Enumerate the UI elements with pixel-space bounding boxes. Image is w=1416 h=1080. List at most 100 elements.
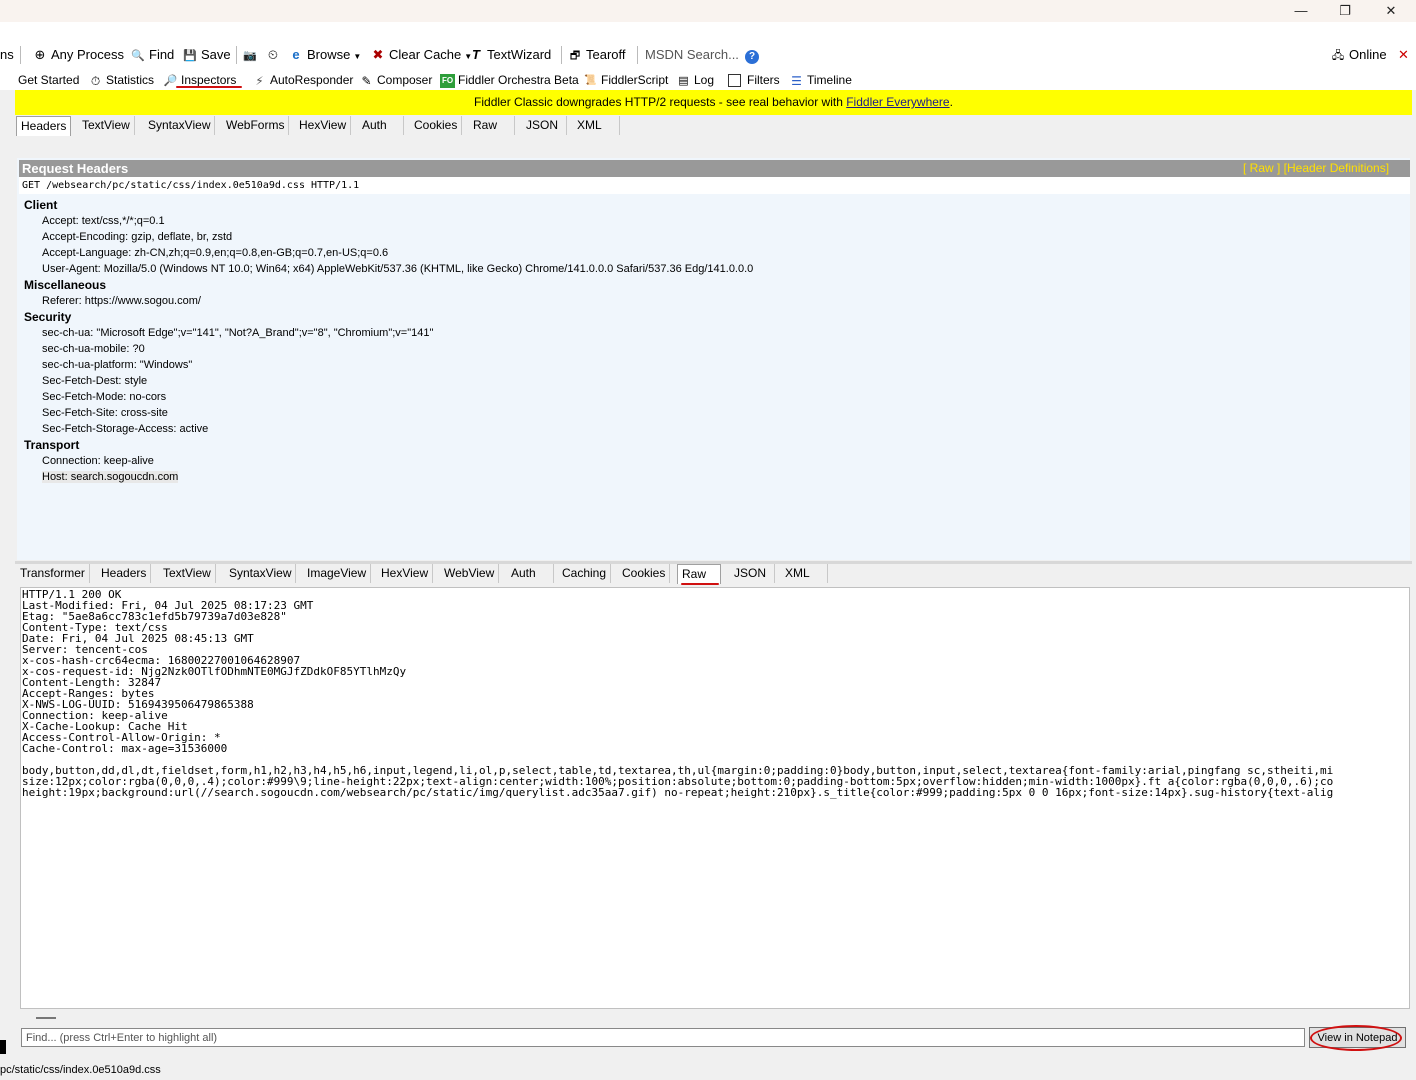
tab-timeline[interactable]: ☰ Timeline	[789, 72, 852, 89]
header-item[interactable]: sec-ch-ua-mobile: ?0	[42, 343, 145, 355]
toolbar-separator	[637, 46, 638, 64]
help-button[interactable]: ?	[745, 46, 759, 64]
annotation-underline	[176, 86, 242, 88]
tab-composer[interactable]: ✎ Composer	[359, 72, 432, 89]
resp-tab-auth[interactable]: Auth	[507, 564, 554, 583]
resp-tab-raw[interactable]: Raw	[677, 564, 721, 584]
crosshair-icon: ⊕	[34, 47, 46, 62]
request-headers-title: Request Headers	[22, 161, 129, 176]
header-item[interactable]: Sec-Fetch-Site: cross-site	[42, 407, 168, 419]
annotation-circle	[1310, 1025, 1402, 1051]
resp-tab-syntaxview[interactable]: SyntaxView	[225, 564, 297, 583]
resp-tab-hexview[interactable]: HexView	[377, 564, 434, 583]
resp-tab-cookies[interactable]: Cookies	[618, 564, 671, 583]
any-process-button[interactable]: ⊕ Any Process	[32, 46, 124, 64]
group-client[interactable]: Client	[24, 198, 57, 212]
clear-cache-button[interactable]: ✖ Clear Cache ▼	[370, 46, 473, 64]
text-wizard-icon: T	[472, 47, 480, 62]
request-headers-title-bar: Request Headers	[19, 160, 1410, 177]
toolbar-separator	[561, 46, 562, 64]
response-body-clip: body,button,dd,dl,dt,fieldset,form,h1,h2…	[22, 765, 1407, 801]
resp-tab-caching[interactable]: Caching	[558, 564, 612, 583]
tab-statistics[interactable]: ⏱ Statistics	[88, 72, 154, 89]
raw-header-definitions-links[interactable]: [ Raw ] [Header Definitions]	[1243, 160, 1389, 177]
browse-button[interactable]: e Browse ▼	[288, 46, 361, 64]
help-icon: ?	[745, 50, 759, 64]
dropdown-arrow-icon: ▼	[353, 52, 362, 61]
resp-tab-transformer[interactable]: Transformer	[16, 564, 90, 583]
close-button[interactable]: ✕	[1368, 0, 1414, 22]
header-item[interactable]: Sec-Fetch-Dest: style	[42, 375, 147, 387]
save-icon: 💾	[183, 50, 197, 62]
script-icon: 📜	[584, 74, 597, 86]
req-tab-textview[interactable]: TextView	[78, 116, 135, 135]
group-transport[interactable]: Transport	[24, 438, 79, 452]
req-tab-headers[interactable]: Headers	[16, 116, 72, 136]
request-headers-panel	[17, 158, 1410, 560]
stopwatch-icon: ⏱	[90, 73, 101, 88]
toolbar-separator	[236, 46, 237, 64]
status-path: pc/static/css/index.0e510a9d.css	[0, 1064, 161, 1076]
binoculars-icon: 🔍	[131, 50, 145, 62]
screenshot-button[interactable]: 📷	[242, 46, 261, 64]
menu-strip	[0, 22, 1416, 42]
minimize-button[interactable]: —	[1278, 0, 1324, 22]
header-item[interactable]: Sec-Fetch-Storage-Access: active	[42, 423, 208, 435]
save-button[interactable]: 💾 Save	[182, 46, 231, 64]
resp-tab-textview[interactable]: TextView	[159, 564, 216, 583]
req-tab-auth[interactable]: Auth	[358, 116, 404, 135]
fiddler-everywhere-link[interactable]: Fiddler Everywhere	[846, 95, 949, 109]
group-security[interactable]: Security	[24, 310, 71, 324]
header-item[interactable]: sec-ch-ua-platform: "Windows"	[42, 359, 192, 371]
header-item[interactable]: Accept-Encoding: gzip, deflate, br, zstd	[42, 231, 232, 243]
req-tab-syntaxview[interactable]: SyntaxView	[144, 116, 216, 135]
resp-tab-headers[interactable]: Headers	[97, 564, 152, 583]
splitter-handle	[0, 1040, 6, 1054]
tab-get-started[interactable]: Get Started	[18, 72, 79, 89]
textwizard-button[interactable]: T TextWizard	[468, 46, 551, 64]
horizontal-scrollbar[interactable]	[36, 1017, 56, 1019]
req-tab-cookies[interactable]: Cookies	[410, 116, 463, 135]
find-input[interactable]: Find... (press Ctrl+Enter to highlight a…	[21, 1028, 1305, 1047]
req-tab-json[interactable]: JSON	[522, 116, 567, 135]
maximize-button[interactable]: ❐	[1322, 0, 1368, 22]
close-toolbar-icon[interactable]: ✕	[1398, 46, 1409, 64]
header-item[interactable]: Referer: https://www.sogou.com/	[42, 295, 201, 307]
title-bar	[0, 0, 1416, 22]
find-button[interactable]: 🔍 Find	[130, 46, 174, 64]
header-item[interactable]: Sec-Fetch-Mode: no-cors	[42, 391, 166, 403]
header-item[interactable]: User-Agent: Mozilla/5.0 (Windows NT 10.0…	[42, 263, 753, 275]
log-icon: ▤	[678, 74, 689, 87]
header-item[interactable]: sec-ch-ua: "Microsoft Edge";v="141", "No…	[42, 327, 433, 339]
resp-tab-xml[interactable]: XML	[781, 564, 828, 583]
req-tab-raw[interactable]: Raw	[469, 116, 515, 135]
timer-button[interactable]: ⏲	[265, 46, 284, 64]
tearoff-icon: 🗗	[569, 50, 581, 62]
header-item[interactable]: Accept-Language: zh-CN,zh;q=0.9,en;q=0.8…	[42, 247, 388, 259]
tab-fiddler-orchestra[interactable]: FO Fiddler Orchestra Beta	[440, 72, 579, 89]
tab-log[interactable]: ▤ Log	[676, 72, 714, 89]
resp-tab-webview[interactable]: WebView	[440, 564, 500, 583]
tearoff-button[interactable]: 🗗 Tearoff	[567, 46, 626, 64]
req-tab-hexview[interactable]: HexView	[295, 116, 352, 135]
camera-icon: 📷	[243, 50, 257, 62]
http2-banner: Fiddler Classic downgrades HTTP/2 reques…	[15, 90, 1412, 115]
response-body-line: height:19px;background:url(//search.sogo…	[22, 786, 1334, 799]
req-tab-webforms[interactable]: WebForms	[222, 116, 290, 135]
tab-filters[interactable]: Filters	[728, 72, 780, 89]
header-item-selected[interactable]: Host: search.sogoucdn.com	[42, 471, 179, 483]
annotation-underline	[681, 583, 719, 585]
group-miscellaneous[interactable]: Miscellaneous	[24, 278, 106, 292]
checkbox-icon	[728, 74, 741, 88]
msdn-search-input[interactable]: MSDN Search...	[645, 46, 739, 64]
tab-fiddlerscript[interactable]: 📜 FiddlerScript	[583, 72, 668, 89]
online-status[interactable]: 🖧 Online	[1330, 46, 1387, 64]
pencil-icon: ✎	[361, 73, 372, 88]
resp-tab-json[interactable]: JSON	[730, 564, 775, 583]
resp-tab-imageview[interactable]: ImageView	[303, 564, 372, 583]
tab-autoresponder[interactable]: ⚡ AutoResponder	[252, 72, 353, 89]
header-item[interactable]: Accept: text/css,*/*;q=0.1	[42, 215, 165, 227]
request-line: GET /websearch/pc/static/css/index.0e510…	[19, 177, 1410, 194]
req-tab-xml[interactable]: XML	[573, 116, 620, 135]
header-item[interactable]: Connection: keep-alive	[42, 455, 154, 467]
